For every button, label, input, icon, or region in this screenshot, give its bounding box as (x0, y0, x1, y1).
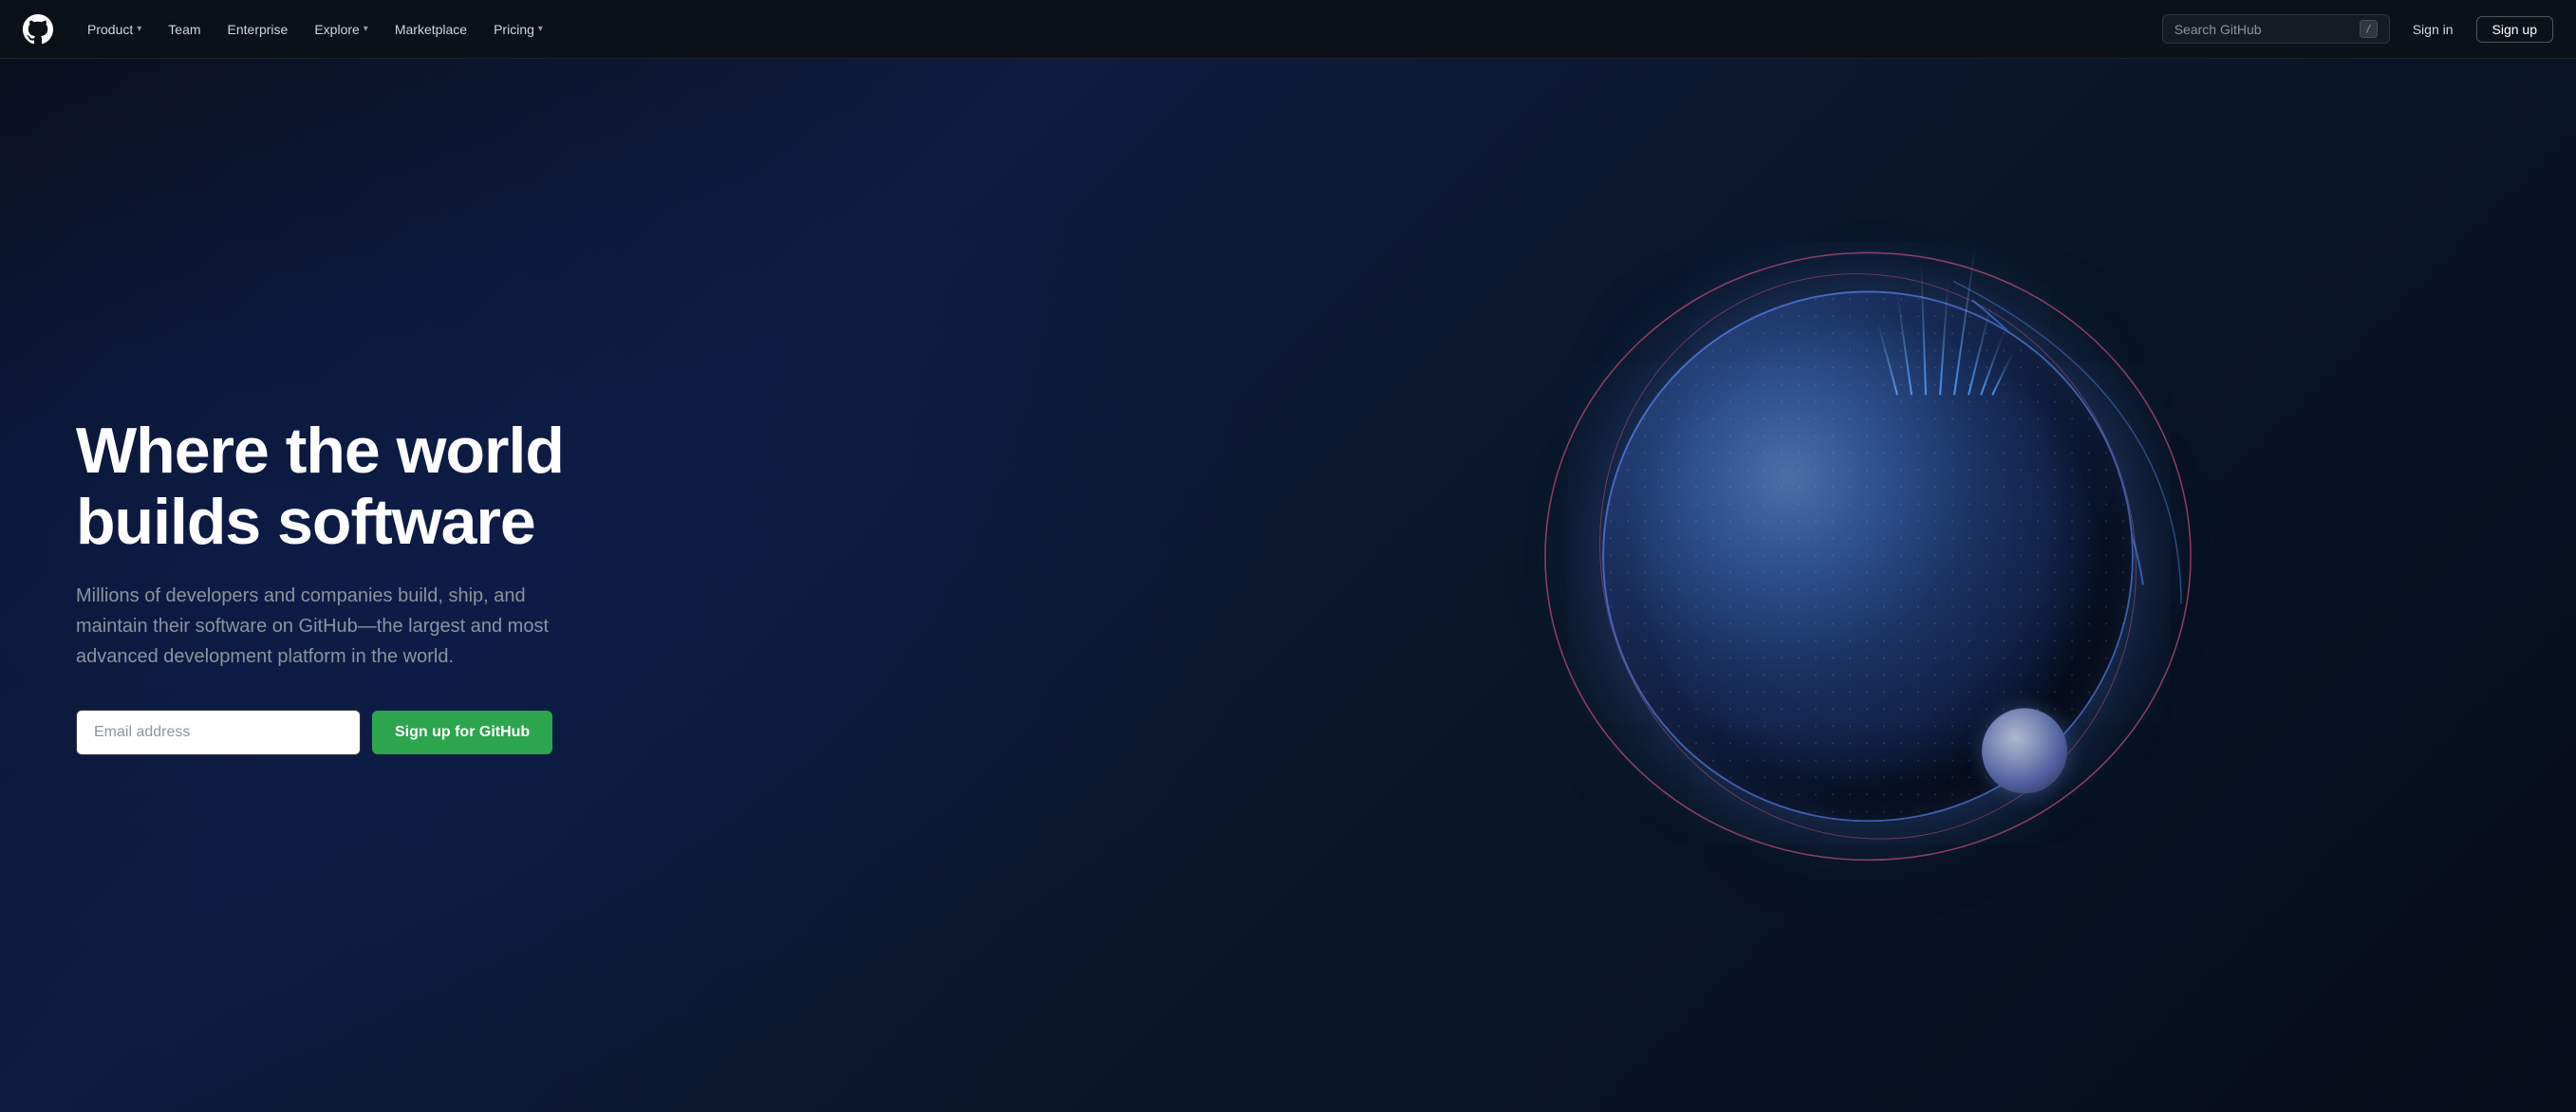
globe-spikes (1877, 262, 2067, 452)
navbar-right: / Sign in Sign up (2162, 14, 2553, 44)
hero-subtitle: Millions of developers and companies bui… (76, 581, 588, 672)
search-kbd: / (2360, 20, 2378, 38)
navbar: Product ▾ Team Enterprise Explore ▾ Mark… (0, 0, 2576, 59)
signup-cta-button[interactable]: Sign up for GitHub (372, 711, 552, 754)
email-input[interactable] (76, 710, 361, 755)
nav-product[interactable]: Product ▾ (76, 14, 153, 45)
signin-button[interactable]: Sign in (2405, 17, 2461, 42)
nav-pricing[interactable]: Pricing ▾ (482, 14, 554, 45)
main-nav: Product ▾ Team Enterprise Explore ▾ Mark… (76, 14, 2162, 45)
search-input[interactable] (2175, 22, 2352, 37)
chevron-down-icon: ▾ (364, 24, 368, 34)
nav-marketplace[interactable]: Marketplace (383, 14, 478, 45)
logo[interactable] (23, 14, 53, 45)
chevron-down-icon: ▾ (137, 24, 141, 34)
hero-cta: Sign up for GitHub (76, 710, 588, 755)
mini-globe (1982, 708, 2067, 793)
globe-container (1593, 281, 2143, 831)
signup-button[interactable]: Sign up (2476, 16, 2553, 43)
hero-content: Where the world builds software Millions… (0, 340, 645, 831)
github-logo-icon (23, 14, 53, 45)
nav-enterprise[interactable]: Enterprise (216, 14, 300, 45)
search-box[interactable]: / (2162, 14, 2390, 44)
hero-section: Where the world builds software Millions… (0, 0, 2576, 1112)
hero-globe (1031, 0, 2576, 1112)
chevron-down-icon: ▾ (538, 24, 543, 34)
nav-explore[interactable]: Explore ▾ (303, 14, 380, 45)
nav-team[interactable]: Team (157, 14, 212, 45)
hero-title: Where the world builds software (76, 416, 588, 558)
